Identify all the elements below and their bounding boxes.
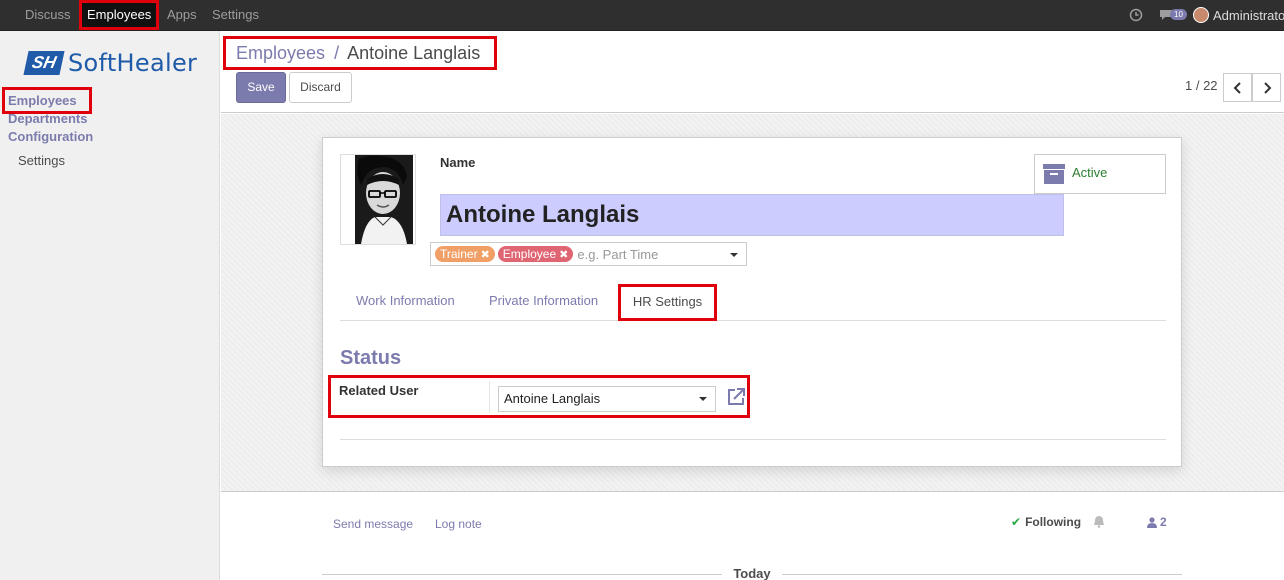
activity-clock-icon[interactable] bbox=[1129, 0, 1143, 30]
tag-trainer: Trainer ✖ bbox=[435, 246, 495, 262]
sidebar-item-departments[interactable]: Departments bbox=[8, 111, 87, 126]
sidebar-item-settings[interactable]: Settings bbox=[18, 153, 65, 168]
employee-name-input[interactable]: Antoine Langlais bbox=[440, 194, 1064, 236]
notebook-tabs: Work Information Private Information HR … bbox=[340, 284, 1166, 321]
tab-work-information[interactable]: Work Information bbox=[356, 284, 455, 321]
pager-previous-button[interactable] bbox=[1223, 73, 1252, 102]
following-button[interactable]: ✔ Following bbox=[1011, 515, 1081, 529]
user-name: Administrator bbox=[1213, 7, 1284, 23]
breadcrumb: Employees / Antoine Langlais bbox=[223, 36, 497, 70]
sheet-divider bbox=[340, 439, 1166, 440]
save-button[interactable]: Save bbox=[236, 72, 286, 103]
today-label: Today bbox=[722, 566, 782, 580]
tags-dropdown-caret-icon[interactable] bbox=[730, 253, 738, 257]
logo-mark: SH bbox=[23, 51, 65, 75]
breadcrumb-separator: / bbox=[334, 43, 340, 63]
related-user-caret-icon bbox=[699, 397, 707, 401]
menu-employees[interactable]: Employees bbox=[79, 0, 160, 30]
bell-icon[interactable] bbox=[1093, 515, 1105, 528]
control-panel: Employees / Antoine Langlais Save Discar… bbox=[221, 31, 1284, 113]
tag-employee: Employee ✖ bbox=[497, 246, 574, 262]
discard-button[interactable]: Discard bbox=[289, 72, 352, 103]
field-separator bbox=[489, 381, 490, 413]
sidebar: SH SoftHealer Employees Departments Conf… bbox=[0, 31, 220, 580]
user-menu[interactable]: Administrator bbox=[1193, 0, 1284, 30]
check-icon: ✔ bbox=[1011, 515, 1022, 529]
active-toggle-button[interactable]: Active bbox=[1034, 154, 1166, 194]
chevron-left-icon bbox=[1233, 81, 1241, 94]
menu-apps[interactable]: Apps bbox=[167, 0, 197, 30]
sidebar-item-configuration[interactable]: Configuration bbox=[8, 129, 93, 144]
pager-value[interactable]: 1 / 22 bbox=[1185, 78, 1218, 93]
related-user-select[interactable]: Antoine Langlais bbox=[498, 386, 716, 412]
user-icon bbox=[1147, 516, 1157, 528]
user-avatar bbox=[1193, 7, 1209, 23]
top-navbar: Discuss Employees Apps Settings 10 Admin… bbox=[0, 0, 1284, 31]
following-label: Following bbox=[1025, 515, 1082, 529]
active-status-label: Active bbox=[1072, 165, 1108, 180]
status-section-title: Status bbox=[340, 347, 402, 369]
name-field-label: Name bbox=[440, 155, 476, 170]
tags-placeholder[interactable]: e.g. Part Time bbox=[577, 247, 658, 262]
followers-button[interactable]: 2 bbox=[1147, 515, 1167, 529]
logo-text: SoftHealer bbox=[68, 49, 198, 77]
related-user-label: Related User bbox=[339, 383, 419, 398]
breadcrumb-current: Antoine Langlais bbox=[347, 43, 481, 63]
company-logo: SH SoftHealer bbox=[23, 49, 198, 77]
messages-menu[interactable]: 10 bbox=[1159, 0, 1187, 30]
related-user-value: Antoine Langlais bbox=[504, 391, 601, 406]
followers-count: 2 bbox=[1160, 515, 1167, 529]
chevron-right-icon bbox=[1263, 81, 1271, 94]
remove-tag-trainer-icon[interactable]: ✖ bbox=[481, 248, 490, 261]
category-tags-field[interactable]: Trainer ✖ Employee ✖ e.g. Part Time bbox=[430, 242, 747, 266]
send-message-button[interactable]: Send message bbox=[333, 517, 413, 531]
tag-trainer-label: Trainer bbox=[440, 247, 478, 261]
pager-next-button[interactable] bbox=[1252, 73, 1281, 102]
external-link-icon[interactable] bbox=[726, 387, 748, 409]
remove-tag-employee-icon[interactable]: ✖ bbox=[559, 248, 568, 261]
form-sheet: Name Antoine Langlais Trainer ✖ Employee… bbox=[322, 137, 1182, 467]
tag-employee-label: Employee bbox=[502, 247, 557, 261]
menu-discuss[interactable]: Discuss bbox=[25, 0, 71, 30]
tab-hr-settings[interactable]: HR Settings bbox=[618, 284, 717, 321]
tab-private-information[interactable]: Private Information bbox=[489, 284, 598, 321]
archive-icon bbox=[1043, 164, 1065, 184]
employee-photo-image bbox=[341, 155, 415, 244]
breadcrumb-employees[interactable]: Employees bbox=[236, 43, 325, 63]
message-count-badge: 10 bbox=[1170, 8, 1187, 20]
menu-settings[interactable]: Settings bbox=[212, 0, 259, 30]
related-user-row: Related User Antoine Langlais bbox=[328, 375, 750, 418]
log-note-button[interactable]: Log note bbox=[435, 517, 482, 531]
employee-photo[interactable] bbox=[340, 154, 416, 245]
sidebar-item-employees[interactable]: Employees bbox=[2, 87, 92, 114]
